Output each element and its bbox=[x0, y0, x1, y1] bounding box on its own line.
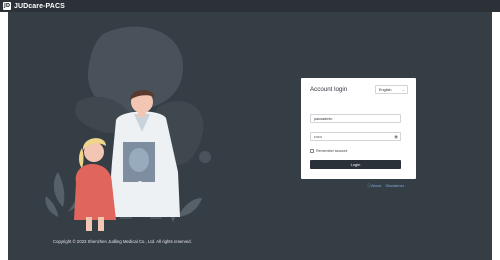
footer-links: ⓘAbout Disclaimer bbox=[367, 183, 404, 189]
remember-label: Remember account bbox=[316, 149, 348, 153]
password-value: •••••• bbox=[314, 134, 322, 139]
password-input[interactable]: •••••• ◉ bbox=[310, 132, 401, 141]
child-figure bbox=[74, 138, 116, 231]
language-select[interactable]: English ⌄ bbox=[375, 85, 408, 94]
about-link[interactable]: ⓘAbout bbox=[367, 183, 381, 189]
xray-film bbox=[123, 142, 155, 187]
username-input[interactable]: pacsadmin bbox=[310, 114, 401, 123]
copyright-text: Copyright © 2023 Shenzhen Judling Medica… bbox=[53, 239, 192, 244]
logo-text: JD bbox=[3, 2, 10, 9]
language-value: English bbox=[379, 87, 392, 92]
app-title: JUDcare-PACS bbox=[14, 2, 65, 10]
jd-logo-icon: JD bbox=[3, 2, 11, 10]
remember-checkbox[interactable] bbox=[310, 149, 314, 153]
username-value: pacsadmin bbox=[314, 116, 333, 121]
login-page: Copyright © 2023 Shenzhen Judling Medica… bbox=[8, 12, 492, 260]
remember-account[interactable]: Remember account bbox=[310, 149, 347, 153]
login-title: Account login bbox=[310, 86, 348, 93]
app-window: JD JUDcare-PACS Copyright © 2023 Shenzhe… bbox=[0, 0, 500, 260]
login-card: Account login English ⌄ pacsadmin ••••••… bbox=[301, 78, 416, 179]
disclaimer-link[interactable]: Disclaimer bbox=[385, 183, 404, 189]
chevron-down-icon: ⌄ bbox=[401, 87, 405, 92]
title-bar: JD JUDcare-PACS bbox=[0, 0, 500, 12]
doctor-patient-illustration bbox=[45, 26, 211, 231]
login-button[interactable]: Login bbox=[310, 160, 401, 169]
bg-dot bbox=[199, 151, 211, 163]
eye-icon[interactable]: ◉ bbox=[394, 134, 398, 140]
